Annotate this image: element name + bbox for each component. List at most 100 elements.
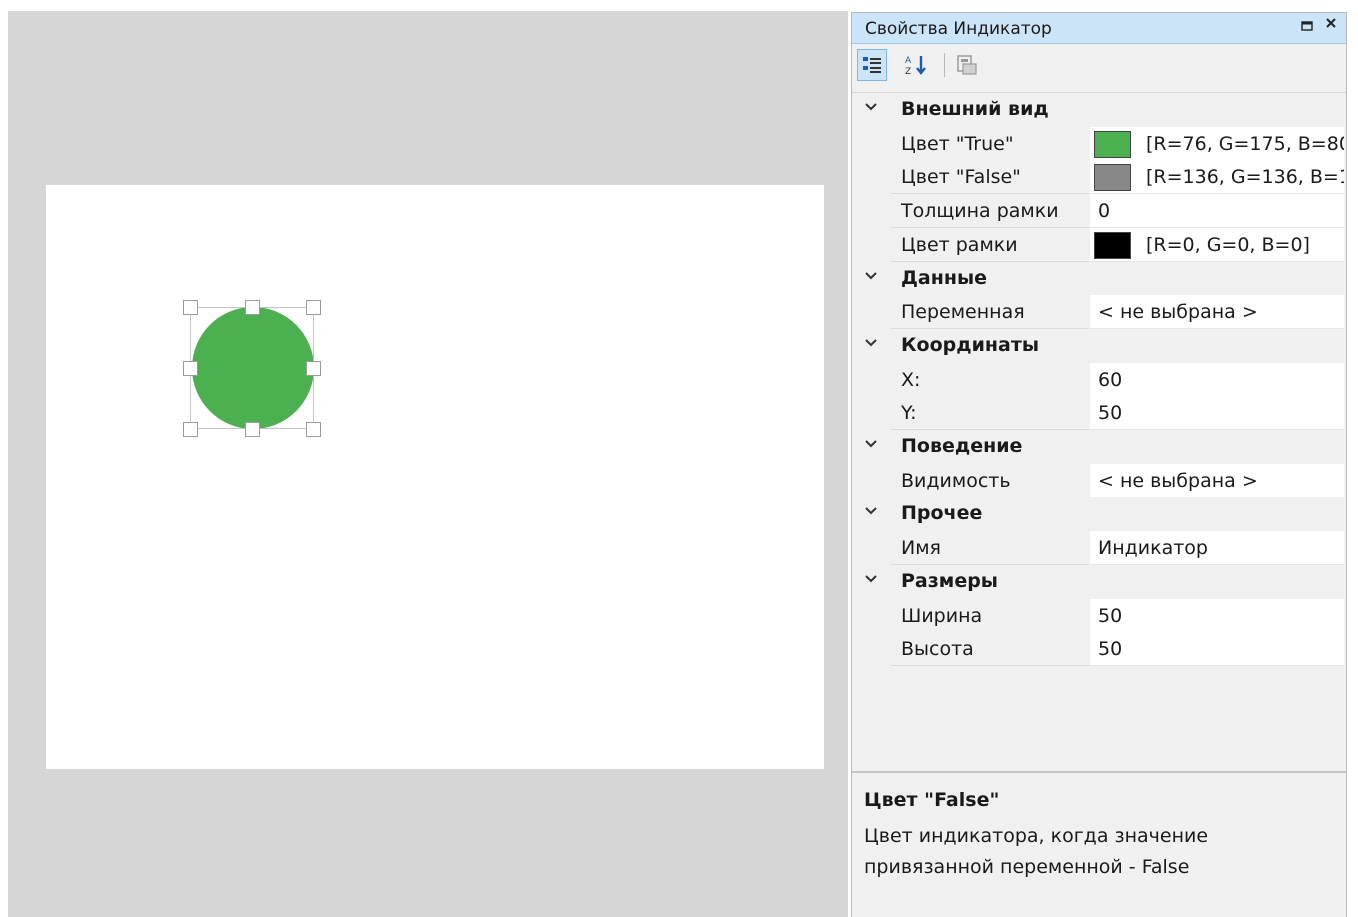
chevron-down-icon[interactable] xyxy=(864,504,878,522)
category-label: Поведение xyxy=(901,435,1023,457)
property-label: Цвет рамки xyxy=(901,233,1018,256)
color-swatch[interactable] xyxy=(1094,231,1131,259)
property-value: Индикатор xyxy=(1098,537,1208,560)
property-value-cell[interactable]: [R=76, G=175, B=80] xyxy=(1090,126,1344,161)
row-gutter xyxy=(852,632,891,667)
property-value-cell[interactable]: < не выбрана > xyxy=(1090,463,1344,498)
property-value-cell[interactable]: 50 xyxy=(1090,598,1344,633)
category-row[interactable]: Прочее xyxy=(852,497,1344,532)
property-row[interactable]: X: 60 xyxy=(852,362,1344,397)
property-row[interactable]: Ширина 50 xyxy=(852,598,1344,633)
properties-panel: Свойства Индикатор A Z Внешний вид Цвет … xyxy=(851,12,1347,917)
chevron-down-icon[interactable] xyxy=(864,572,878,590)
property-label: Толщина рамки xyxy=(901,200,1059,223)
property-pages-icon[interactable] xyxy=(952,49,982,81)
panel-toolbar: A Z xyxy=(852,45,1346,85)
row-gutter xyxy=(852,463,891,498)
property-label-cell: Цвет рамки xyxy=(891,227,1089,262)
property-label: Ширина xyxy=(901,604,983,627)
property-row[interactable]: Цвет рамки [R=0, G=0, B=0] xyxy=(852,227,1344,262)
property-label-cell: Цвет "False" xyxy=(891,160,1089,195)
property-value-cell[interactable]: 50 xyxy=(1090,396,1344,431)
property-label-cell: Имя xyxy=(891,531,1089,566)
category-label: Внешний вид xyxy=(901,98,1049,120)
color-swatch[interactable] xyxy=(1094,164,1131,192)
property-value: [R=76, G=175, B=80] xyxy=(1146,132,1344,155)
property-value-cell[interactable]: 60 xyxy=(1090,362,1344,397)
row-gutter xyxy=(852,362,891,397)
chevron-down-icon[interactable] xyxy=(864,100,878,118)
category-label: Данные xyxy=(901,266,988,289)
maximize-icon[interactable] xyxy=(1301,18,1313,36)
description-title: Цвет "False" xyxy=(864,789,1000,811)
close-icon[interactable] xyxy=(1325,16,1337,34)
property-grid: Внешний вид Цвет "True" [R=76, G=175, B=80… xyxy=(852,92,1346,769)
row-gutter xyxy=(852,194,891,229)
resize-handle-bottom-left[interactable] xyxy=(183,422,198,437)
property-value-cell[interactable]: 0 xyxy=(1090,194,1344,229)
category-row[interactable]: Данные xyxy=(852,261,1344,296)
panel-header: Свойства Индикатор xyxy=(852,13,1346,44)
property-value-cell[interactable]: [R=0, G=0, B=0] xyxy=(1090,227,1344,262)
resize-handle-top-right[interactable] xyxy=(306,300,321,315)
category-label: Координаты xyxy=(901,333,1040,356)
property-label: Y: xyxy=(901,402,917,425)
property-value: 60 xyxy=(1098,368,1123,391)
chevron-down-icon[interactable] xyxy=(864,269,878,287)
property-row[interactable]: Y: 50 xyxy=(852,396,1344,431)
property-value-cell[interactable]: < не выбрана > xyxy=(1090,295,1344,330)
property-value: 0 xyxy=(1098,200,1111,223)
row-gutter xyxy=(852,227,891,262)
alphabetical-sort-icon[interactable]: A Z xyxy=(902,49,932,81)
category-label: Размеры xyxy=(901,569,998,592)
row-gutter xyxy=(852,126,891,161)
property-value: 50 xyxy=(1098,402,1123,425)
property-label: Высота xyxy=(901,638,974,661)
row-gutter xyxy=(852,531,891,566)
description-pane: Цвет "False" Цвет индикатора, когда знач… xyxy=(852,771,1346,917)
row-gutter xyxy=(852,598,891,633)
property-value: [R=136, G=136, B=136] xyxy=(1146,166,1344,189)
resize-handle-right[interactable] xyxy=(306,361,321,376)
chevron-down-icon[interactable] xyxy=(864,336,878,354)
design-canvas[interactable] xyxy=(46,185,824,769)
property-label: Видимость xyxy=(901,469,1011,492)
resize-handle-left[interactable] xyxy=(183,361,198,376)
resize-handle-top-left[interactable] xyxy=(183,300,198,315)
property-label: Цвет "True" xyxy=(901,132,1014,155)
selection-frame xyxy=(190,307,314,429)
category-row[interactable]: Поведение xyxy=(852,430,1344,464)
property-row[interactable]: Цвет "False" [R=136, G=136, B=136] xyxy=(852,160,1344,195)
property-row[interactable]: Видимость < не выбрана > xyxy=(852,463,1344,498)
property-row[interactable]: Цвет "True" [R=76, G=175, B=80] xyxy=(852,126,1344,161)
category-row[interactable]: Внешний вид xyxy=(852,93,1344,127)
categorized-view-icon[interactable] xyxy=(857,49,887,81)
property-label: X: xyxy=(901,368,921,391)
property-value-cell[interactable]: [R=136, G=136, B=136] xyxy=(1090,160,1344,195)
property-value: < не выбрана > xyxy=(1098,469,1258,492)
property-label-cell: Цвет "True" xyxy=(891,126,1089,161)
resize-handle-bottom[interactable] xyxy=(245,422,260,437)
property-row[interactable]: Переменная < не выбрана > xyxy=(852,295,1344,330)
property-value-cell[interactable]: Индикатор xyxy=(1090,531,1344,566)
property-row[interactable]: Толщина рамки 0 xyxy=(852,194,1344,229)
property-label-cell: Переменная xyxy=(891,295,1089,330)
description-text: Цвет индикатора, когда значение привязан… xyxy=(864,825,1209,878)
property-row[interactable]: Высота 50 xyxy=(852,632,1344,667)
category-label: Прочее xyxy=(901,502,983,525)
property-row[interactable]: Имя Индикатор xyxy=(852,531,1344,566)
resize-handle-top[interactable] xyxy=(245,300,260,315)
property-label-cell: Высота xyxy=(891,632,1089,667)
chevron-down-icon[interactable] xyxy=(864,437,878,455)
property-label-cell: Ширина xyxy=(891,598,1089,633)
panel-title: Свойства Индикатор xyxy=(865,19,1052,39)
resize-handle-bottom-right[interactable] xyxy=(306,422,321,437)
category-row[interactable]: Координаты xyxy=(852,328,1344,363)
property-value-cell[interactable]: 50 xyxy=(1090,632,1344,667)
row-gutter xyxy=(852,160,891,195)
category-row[interactable]: Размеры xyxy=(852,564,1344,599)
row-gutter xyxy=(852,396,891,431)
property-value: 50 xyxy=(1098,638,1123,661)
toolbar-separator xyxy=(944,53,945,77)
color-swatch[interactable] xyxy=(1094,130,1131,158)
